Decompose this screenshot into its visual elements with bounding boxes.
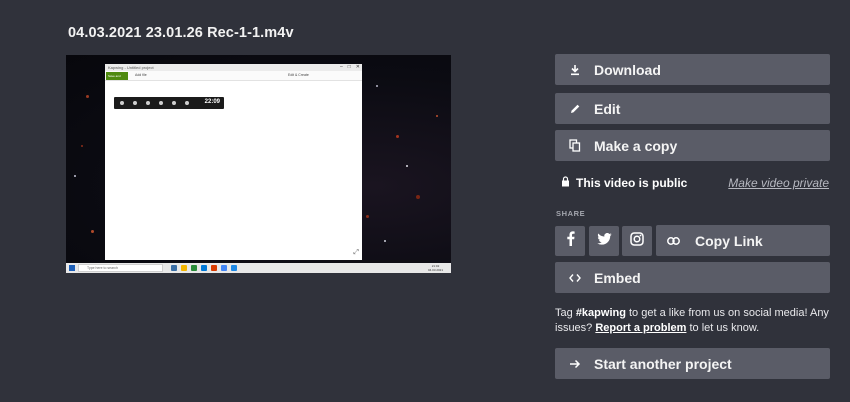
download-icon — [568, 63, 582, 77]
edit-button[interactable]: Edit — [555, 93, 830, 124]
start-another-project-button[interactable]: Start another project — [555, 348, 830, 379]
video-title: 04.03.2021 23.01.26 Rec-1-1.m4v — [68, 25, 294, 41]
copy-icon — [568, 139, 582, 153]
download-button[interactable]: Download — [555, 54, 830, 85]
explorer-icon — [181, 265, 187, 271]
visibility-status: This video is public — [561, 176, 687, 190]
star-sparkle — [366, 215, 369, 218]
minimize-icon: – — [339, 64, 343, 70]
chrome-icon — [221, 265, 227, 271]
hud-time: 22:09 — [204, 99, 220, 105]
star-sparkle — [436, 115, 438, 117]
publish-badge: Save and publish — [106, 72, 128, 86]
code-icon — [568, 271, 582, 285]
edge-icon — [201, 265, 207, 271]
recorded-app-window: Kapwing - Untitled project – □ ✕ Save an… — [105, 64, 362, 260]
twitter-share-button[interactable] — [589, 226, 619, 256]
maximize-icon: □ — [347, 64, 351, 70]
clock-date: 04.03.2021 — [427, 268, 443, 272]
visibility-text: This video is public — [576, 176, 688, 190]
arrow-right-icon — [568, 357, 582, 371]
lock-icon — [561, 176, 570, 190]
link-icon — [666, 234, 680, 248]
star-sparkle — [384, 240, 386, 242]
menu-label: Edit & Create — [288, 73, 309, 77]
recorder-hud: 22:09 — [114, 97, 224, 109]
copy-link-label: Copy Link — [695, 232, 763, 249]
star-sparkle — [406, 165, 408, 167]
star-sparkle — [74, 175, 76, 177]
task-view-icon — [171, 265, 177, 271]
embed-button[interactable]: Embed — [555, 262, 830, 293]
tag-prefix: Tag — [555, 307, 573, 319]
star-sparkle — [81, 145, 83, 147]
start-another-project-label: Start another project — [594, 355, 732, 372]
facebook-icon — [566, 231, 575, 251]
office-icon — [211, 265, 217, 271]
expand-icon: ⤢ — [353, 249, 359, 256]
facebook-share-button[interactable] — [555, 226, 585, 256]
make-copy-button[interactable]: Make a copy — [555, 130, 830, 161]
hashtag: #kapwing — [575, 307, 626, 319]
embed-label: Embed — [594, 269, 641, 286]
star-sparkle — [91, 230, 94, 233]
star-sparkle — [86, 95, 89, 98]
star-sparkle — [416, 195, 420, 199]
instagram-icon — [630, 231, 644, 251]
pencil-icon — [568, 102, 582, 116]
make-copy-label: Make a copy — [594, 137, 678, 154]
window-controls: – □ ✕ — [340, 64, 360, 71]
windows-start-icon — [69, 265, 75, 271]
star-sparkle — [376, 85, 378, 87]
edit-label: Edit — [594, 100, 621, 117]
twitter-icon — [596, 232, 612, 250]
copy-link-button[interactable]: Copy Link — [656, 225, 830, 256]
close-icon: ✕ — [355, 64, 360, 70]
make-private-link[interactable]: Make video private — [728, 176, 829, 190]
taskbar-search: Type here to search — [78, 264, 163, 272]
star-sparkle — [396, 135, 399, 138]
taskbar-clock: 21:02 04.03.2021 — [428, 264, 443, 272]
download-label: Download — [594, 61, 661, 78]
share-heading: SHARE — [556, 209, 586, 218]
os-taskbar: Type here to search 21:02 04.03.2021 — [66, 263, 451, 273]
window-title: Kapwing - Untitled project — [105, 64, 362, 71]
video-preview[interactable]: Kapwing - Untitled project – □ ✕ Save an… — [66, 55, 451, 273]
report-problem-link[interactable]: Report a problem — [595, 322, 686, 334]
kapwing-tag-message: Tag #kapwing to get a like from us on so… — [555, 306, 830, 336]
app-icon — [191, 265, 197, 271]
store-icon — [231, 265, 237, 271]
window-toolbar: Save and publish Add file Edit & Create — [105, 71, 362, 86]
tag-suffix: to let us know. — [689, 322, 760, 334]
add-file-label: Add file — [135, 73, 147, 77]
instagram-share-button[interactable] — [622, 226, 652, 256]
